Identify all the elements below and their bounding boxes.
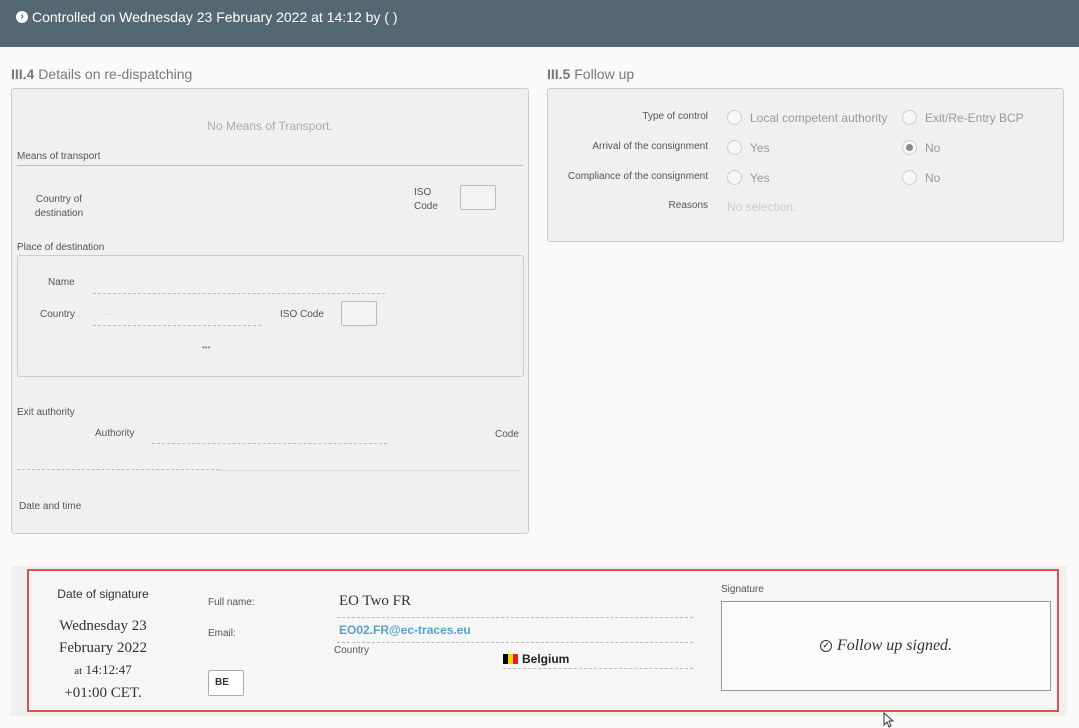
iso-code-label: ISO Code bbox=[414, 186, 438, 214]
type-of-control-label: Type of control bbox=[642, 111, 708, 122]
signature-date: Wednesday 23 February 2022 at 14:12:47 +… bbox=[29, 615, 177, 704]
follow-up-panel: Type of control Local competent authorit… bbox=[547, 88, 1064, 242]
mouse-cursor-icon bbox=[883, 712, 895, 728]
compliance-label: Compliance of the consignment bbox=[567, 171, 708, 182]
header-bar: › Controlled on Wednesday 23 February 20… bbox=[0, 0, 1079, 47]
option-arrival-no: No bbox=[925, 141, 941, 155]
date-of-signature-label: Date of signature bbox=[57, 587, 149, 601]
iso-code-label-2: ISO Code bbox=[280, 309, 324, 320]
section-5-title-text: Follow up bbox=[574, 66, 635, 82]
section-5-title: III.5 Follow up bbox=[547, 66, 634, 82]
country-label: Country bbox=[40, 309, 76, 320]
reasons-value[interactable]: No selection. bbox=[727, 200, 796, 214]
email-link[interactable]: EO02.FR@ec-traces.eu bbox=[337, 623, 693, 643]
time-prefix: at bbox=[74, 665, 83, 677]
iso-code-field-2[interactable] bbox=[341, 301, 377, 326]
section-5-number: III.5 bbox=[547, 66, 571, 82]
full-name-label: Full name: bbox=[208, 597, 255, 608]
iso-code-field[interactable] bbox=[460, 185, 496, 210]
section-4-number: III.4 bbox=[11, 66, 35, 82]
belgium-flag-icon bbox=[503, 653, 518, 664]
re-dispatching-panel: No Means of Transport. Means of transpor… bbox=[11, 88, 529, 534]
option-arrival-yes: Yes bbox=[750, 141, 770, 155]
date-line: February 2022 bbox=[59, 640, 147, 656]
country-value: Belgium bbox=[503, 649, 693, 669]
name-field[interactable] bbox=[93, 279, 385, 294]
authority-field[interactable] bbox=[152, 429, 387, 444]
signature-box: ✓ Follow up signed. bbox=[721, 601, 1051, 691]
authority-label: Authority bbox=[95, 428, 135, 439]
divider bbox=[217, 470, 522, 471]
radio-arrival-no[interactable] bbox=[902, 140, 917, 155]
means-of-transport-label: Means of transport bbox=[17, 151, 101, 162]
radio-compliance-yes[interactable] bbox=[727, 170, 742, 185]
option-compliance-no: No bbox=[925, 171, 941, 185]
radio-local-competent-authority[interactable] bbox=[727, 110, 742, 125]
section-4-title: III.4 Details on re-dispatching bbox=[11, 66, 192, 82]
more-icon[interactable]: ••• bbox=[202, 343, 210, 352]
divider bbox=[17, 165, 523, 166]
reasons-label: Reasons bbox=[668, 200, 708, 211]
arrival-label: Arrival of the consignment bbox=[592, 141, 708, 152]
header-title-text: Controlled on Wednesday 23 February 2022… bbox=[32, 9, 398, 25]
label-line: destination bbox=[34, 208, 84, 219]
date-time-label: Date and time bbox=[19, 501, 82, 512]
section-4-title-text: Details on re-dispatching bbox=[38, 66, 193, 82]
option-local-competent-authority: Local competent authority bbox=[750, 111, 888, 125]
email-label: Email: bbox=[208, 628, 236, 639]
option-exit-reentry-bcp: Exit/Re-Entry BCP bbox=[925, 111, 1024, 125]
country-code-box: BE bbox=[208, 670, 244, 696]
signature-highlight: Date of signature Wednesday 23 February … bbox=[27, 569, 1059, 712]
signature-label: Signature bbox=[721, 584, 764, 595]
country-label-sig: Country bbox=[334, 645, 370, 656]
radio-exit-reentry-bcp[interactable] bbox=[902, 110, 917, 125]
exit-authority-label: Exit authority bbox=[17, 407, 75, 418]
code-field[interactable] bbox=[17, 455, 219, 470]
place-of-destination-box: Name Country ---- ISO Code ••• bbox=[17, 255, 524, 377]
name-label: Name bbox=[48, 277, 75, 288]
full-name-value: EO Two FR bbox=[337, 593, 693, 618]
check-circle-icon: ✓ bbox=[819, 640, 832, 652]
label-line: ISO bbox=[414, 187, 432, 198]
option-compliance-yes: Yes bbox=[750, 171, 770, 185]
country-of-destination-label: Country of destination bbox=[34, 193, 84, 221]
no-transport-message: No Means of Transport. bbox=[207, 119, 333, 133]
header-title[interactable]: › Controlled on Wednesday 23 February 20… bbox=[16, 9, 398, 25]
label-line: Country of bbox=[35, 194, 83, 205]
time-value: 14:12:47 bbox=[85, 662, 132, 677]
code-label: Code bbox=[495, 429, 519, 440]
timezone: +01:00 CET. bbox=[64, 685, 142, 701]
chevron-circle-right-icon: › bbox=[16, 11, 28, 23]
signed-text: Follow up signed. bbox=[836, 637, 953, 654]
radio-arrival-yes[interactable] bbox=[727, 140, 742, 155]
place-of-destination-label: Place of destination bbox=[17, 242, 105, 253]
radio-compliance-no[interactable] bbox=[902, 170, 917, 185]
label-line: Code bbox=[414, 201, 438, 212]
country-name: Belgium bbox=[522, 651, 570, 666]
date-line: Wednesday 23 bbox=[59, 618, 147, 634]
country-field[interactable]: ---- bbox=[93, 309, 261, 326]
